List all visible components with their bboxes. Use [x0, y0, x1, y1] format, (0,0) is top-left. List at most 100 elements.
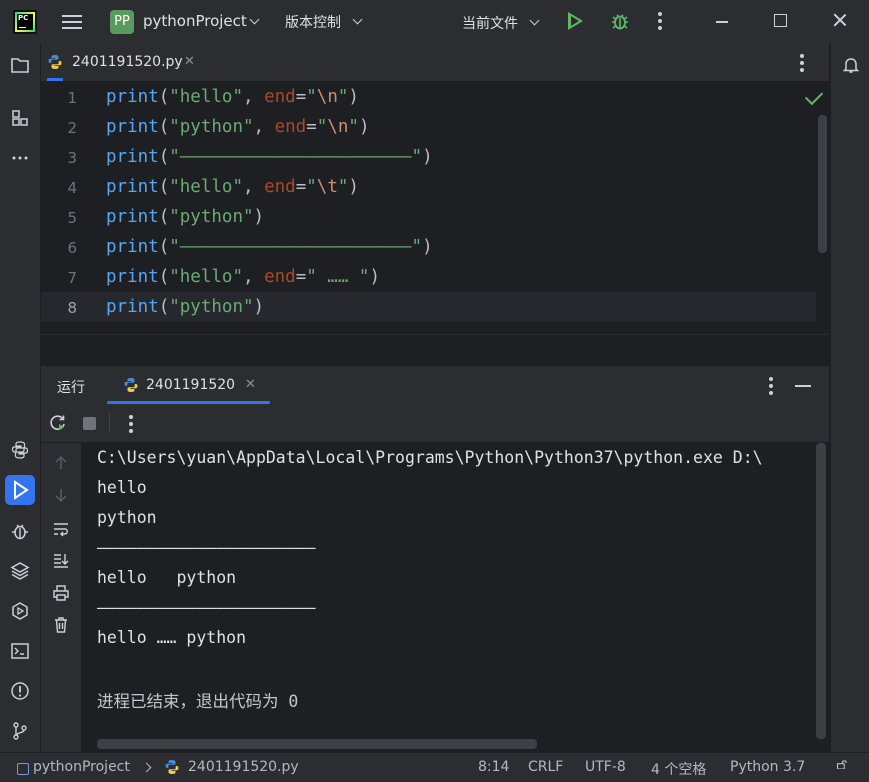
project-module-icon — [17, 763, 29, 775]
close-window-button[interactable] — [832, 12, 848, 28]
title-bar: PC PP pythonProject 版本控制 当前文件 — [0, 0, 869, 43]
editor-tab-file[interactable]: 2401191520.py ✕ — [47, 43, 195, 81]
indent-setting[interactable]: 4 个空格 — [651, 759, 706, 779]
line-separator[interactable]: CRLF — [528, 759, 563, 775]
chevron-down-icon[interactable] — [249, 14, 260, 25]
code-line[interactable]: print("hello", end="\n") — [106, 87, 359, 107]
run-tool-icon[interactable] — [5, 475, 35, 505]
more-tools-icon[interactable] — [9, 147, 31, 169]
code-line[interactable]: print("python", end="\n") — [106, 117, 369, 137]
project-badge[interactable]: PP — [110, 10, 134, 34]
git-icon[interactable] — [9, 720, 31, 742]
run-panel-options-icon[interactable] — [768, 377, 774, 395]
code-line[interactable]: print("python") — [106, 297, 264, 317]
main-menu-icon[interactable] — [62, 12, 82, 30]
code-line[interactable]: print("——————————————————————") — [106, 237, 433, 257]
file-encoding[interactable]: UTF-8 — [585, 759, 626, 775]
line-number: 6 — [67, 239, 77, 257]
terminal-icon[interactable] — [9, 640, 31, 662]
run-icon[interactable] — [568, 12, 583, 30]
console-line: —————————————————————— — [97, 538, 316, 557]
code-token: "——————————————————————" — [169, 237, 423, 257]
minimize-button[interactable] — [716, 21, 728, 23]
project-folder-icon[interactable] — [9, 54, 31, 76]
code-token: print — [106, 87, 159, 107]
services-icon[interactable] — [9, 600, 31, 622]
caret-position[interactable]: 8:14 — [478, 759, 509, 775]
code-line[interactable]: print("hello", end=" …… ") — [106, 267, 380, 287]
python-interpreter[interactable]: Python 3.7 — [730, 759, 805, 775]
soft-wrap-icon[interactable] — [52, 520, 70, 538]
code-token: ) — [422, 147, 433, 167]
code-token: print — [106, 177, 159, 197]
more-actions-icon[interactable] — [657, 12, 663, 30]
code-token: = — [306, 117, 317, 137]
maximize-button[interactable] — [774, 14, 787, 27]
code-editor[interactable]: 12345678 print("hello", end="\n") print("… — [41, 82, 829, 334]
editor-tab-bar: 2401191520.py ✕ — [41, 43, 829, 82]
code-token: ( — [158, 147, 170, 167]
status-bar: pythonProject 2401191520.py 8:14 CRLF UT… — [0, 752, 869, 782]
code-line[interactable]: print("——————————————————————") — [106, 147, 433, 167]
pycharm-logo-icon: PC — [13, 10, 37, 34]
console-line: hello — [97, 478, 147, 497]
code-token: end — [264, 87, 296, 107]
code-line[interactable]: print("hello", end="\t") — [106, 177, 359, 197]
code-token: " …… " — [306, 267, 370, 287]
arrow-up-icon[interactable] — [52, 454, 70, 472]
run-config-selector[interactable]: 当前文件 — [462, 13, 518, 33]
more-run-actions-icon[interactable] — [128, 415, 134, 433]
code-token: \n — [327, 117, 349, 137]
print-icon[interactable] — [52, 584, 70, 602]
breadcrumb-project[interactable]: pythonProject — [33, 759, 130, 775]
code-token: " — [348, 117, 359, 137]
hide-panel-icon[interactable] — [795, 385, 811, 387]
problems-icon[interactable] — [9, 680, 31, 702]
project-name[interactable]: pythonProject — [143, 12, 247, 30]
code-token: ( — [158, 177, 170, 197]
code-line[interactable]: print("python") — [106, 207, 264, 227]
chevron-down-icon[interactable] — [529, 15, 540, 26]
code-token: end — [264, 177, 296, 197]
close-run-tab-icon[interactable]: ✕ — [245, 377, 256, 392]
line-number: 1 — [67, 89, 77, 107]
layers-icon[interactable] — [9, 560, 31, 582]
console-vertical-scrollbar[interactable] — [816, 443, 826, 739]
editor-scrollbar[interactable] — [818, 115, 827, 253]
console-line: python — [97, 508, 157, 527]
debug-icon[interactable] — [610, 11, 630, 31]
run-tab[interactable]: 2401191520 ✕ — [107, 366, 270, 404]
trash-icon[interactable] — [52, 616, 70, 634]
code-token: = — [295, 177, 307, 197]
stop-icon[interactable] — [83, 417, 96, 430]
left-tool-strip — [0, 43, 41, 752]
notifications-bell-icon[interactable] — [841, 55, 861, 75]
run-panel-title: 运行 — [57, 380, 85, 396]
console-horizontal-scrollbar[interactable] — [97, 739, 537, 749]
code-token: \n — [316, 87, 338, 107]
code-token: ( — [158, 207, 170, 227]
code-token: print — [106, 207, 159, 227]
scroll-to-end-icon[interactable] — [52, 551, 70, 569]
python-console-icon[interactable] — [9, 439, 31, 461]
code-token: print — [106, 237, 159, 257]
console-line: hello python — [97, 568, 237, 587]
chevron-down-icon[interactable] — [352, 14, 363, 25]
rerun-icon[interactable] — [49, 414, 67, 432]
no-problems-check-icon[interactable] — [804, 86, 824, 106]
code-token: "python" — [169, 207, 254, 227]
debug-tool-icon[interactable] — [9, 520, 31, 542]
editor-bottom-gap — [41, 334, 829, 365]
line-number: 2 — [67, 119, 77, 137]
vcs-menu[interactable]: 版本控制 — [285, 12, 341, 32]
tab-options-icon[interactable] — [799, 54, 805, 72]
structure-icon[interactable] — [9, 107, 31, 129]
arrow-down-icon[interactable] — [52, 486, 70, 504]
code-token: "——————————————————————" — [169, 147, 423, 167]
code-token: end — [264, 267, 296, 287]
unlock-icon[interactable] — [836, 760, 848, 769]
close-tab-icon[interactable]: ✕ — [184, 54, 195, 69]
console-output[interactable]: C:\Users\yuan\AppData\Local\Programs\Pyt… — [82, 443, 829, 752]
breadcrumb-file[interactable]: 2401191520.py — [188, 759, 299, 775]
code-token: = — [295, 87, 307, 107]
